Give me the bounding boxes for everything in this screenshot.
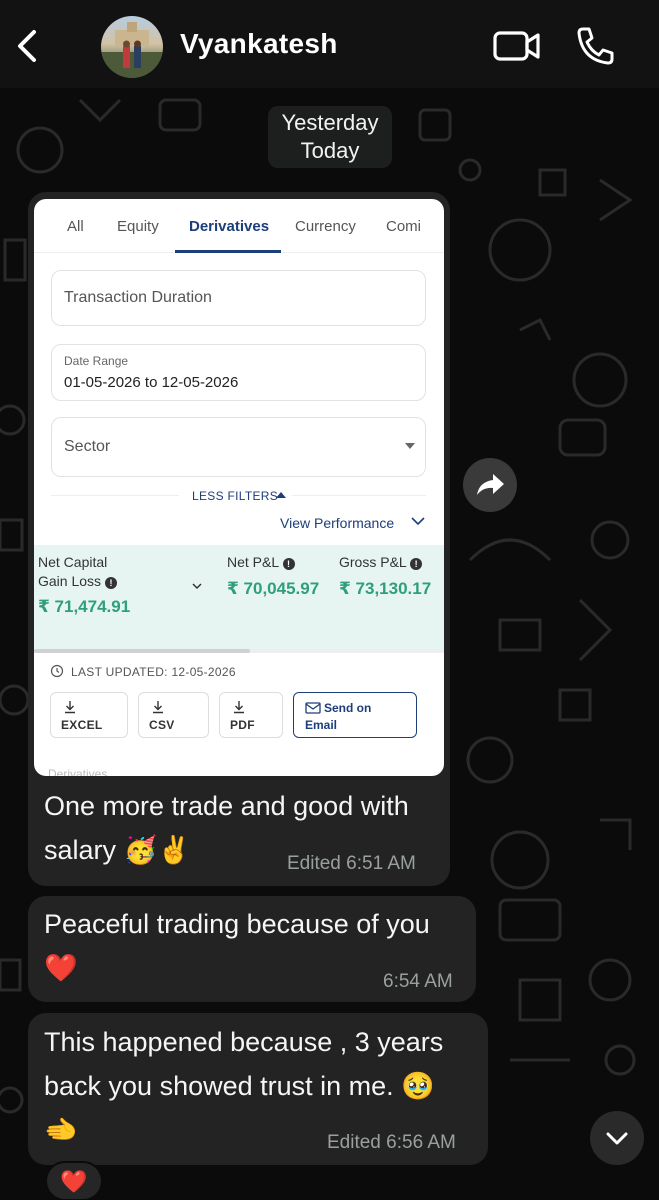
download-icon (65, 701, 75, 714)
heart-emoji: ❤️ (44, 953, 78, 983)
transaction-duration-label: Transaction Duration (64, 289, 212, 306)
voice-call-button[interactable] (574, 24, 616, 68)
message-line: back you showed trust in me. 🥹 (44, 1071, 435, 1101)
message-text[interactable]: Peaceful trading because of you ❤️ (44, 902, 430, 990)
heart-reaction[interactable]: ❤️ (45, 1161, 103, 1200)
contact-avatar[interactable] (101, 16, 163, 78)
segment-tabs: All Equity Derivatives Currency Comi (34, 199, 444, 253)
divider (292, 495, 426, 496)
excel-label: EXCEL (61, 718, 103, 732)
date-range-field: Date Range 01-05-2026 to 12-05-2026 (51, 344, 426, 401)
net-capital-gain-loss-value: ₹ 71,474.91 (38, 597, 131, 616)
chevron-down-icon (192, 583, 202, 590)
gross-pnl-label-text: Gross P&L (339, 554, 407, 570)
video-camera-icon (493, 31, 540, 61)
net-pnl-value: ₹ 70,045.97 (227, 579, 320, 598)
message-timestamp: Edited 6:51 AM (287, 853, 416, 874)
contact-name[interactable]: Vyankatesh (180, 28, 338, 60)
scroll-thumb (34, 649, 250, 653)
forward-button[interactable] (463, 458, 517, 512)
csv-download-button: CSV (138, 692, 209, 738)
message-line: This happened because , 3 years (44, 1027, 444, 1057)
caret-down-icon (405, 443, 415, 449)
less-filters-toggle: LESS FILTERS (192, 489, 279, 503)
tab-derivatives: Derivatives (189, 218, 270, 235)
chat-header: Vyankatesh (0, 0, 659, 88)
sector-select: Sector (51, 417, 426, 477)
forward-arrow-icon (477, 474, 504, 495)
video-call-button[interactable] (492, 26, 542, 66)
divider (51, 495, 179, 496)
message-line: One more trade and good with (44, 791, 409, 821)
date-chip-today: Today (300, 138, 360, 163)
emoji: 🥳✌️ (123, 835, 191, 865)
chevron-down-icon (606, 1132, 628, 1145)
tab-currency: Currency (295, 218, 356, 235)
shared-screenshot-image[interactable]: All Equity Derivatives Currency Comi Tra… (34, 199, 444, 776)
date-range-value: 01-05-2026 to 12-05-2026 (64, 374, 239, 391)
net-capital-gain-loss-label: Net Capital Gain Loss ! (38, 553, 117, 591)
send-on-label: Send on (324, 701, 372, 715)
pdf-label: PDF (230, 718, 255, 732)
excel-download-button: EXCEL (50, 692, 128, 738)
mail-icon (305, 702, 321, 714)
info-icon: ! (282, 558, 295, 570)
info-icon: ! (410, 558, 423, 570)
chevron-down-icon (411, 517, 425, 526)
last-updated-text: LAST UPDATED: 12-05-2026 (71, 665, 236, 679)
tab-equity: Equity (117, 218, 159, 235)
view-performance-toggle: View Performance (280, 515, 395, 531)
message-line: salary (44, 835, 117, 865)
tab-commodity: Comi (386, 218, 422, 235)
net-capital-gain-loss-label-line2: Gain Loss (38, 573, 102, 589)
gross-pnl-value: ₹ 73,130.17 (339, 579, 432, 598)
net-pnl-label-text: Net P&L (227, 554, 279, 570)
send-on-email-button: Send on Email (293, 692, 417, 738)
date-chip-yesterday: Yesterday (281, 110, 379, 135)
net-pnl-label: Net P&L ! (227, 553, 295, 572)
date-chip: Yesterday Today (268, 106, 392, 168)
phone-icon (577, 27, 614, 65)
message-line: Peaceful trading because of you (44, 909, 430, 939)
tab-all: All (67, 218, 84, 235)
csv-label: CSV (149, 718, 175, 732)
back-button[interactable] (10, 26, 42, 66)
message-timestamp: Edited 6:56 AM (327, 1132, 456, 1153)
date-range-label: Date Range (64, 354, 129, 368)
scroll-to-bottom-button[interactable] (590, 1111, 644, 1165)
net-capital-gain-loss-label-line1: Net Capital (38, 554, 108, 570)
clock-icon (50, 664, 64, 678)
email-label: Email (305, 718, 338, 732)
info-icon: ! (104, 577, 117, 589)
sector-label: Sector (64, 438, 111, 455)
download-icon (153, 701, 163, 714)
pdf-download-button: PDF (219, 692, 283, 738)
caret-up-icon (276, 492, 286, 498)
download-icon (234, 701, 244, 714)
cut-off-section-title: Derivatives (48, 767, 108, 776)
transaction-duration-field: Transaction Duration (51, 270, 426, 326)
gross-pnl-label: Gross P&L ! (339, 553, 423, 572)
active-tab-indicator (175, 250, 281, 253)
message-timestamp: 6:54 AM (383, 971, 453, 992)
chevron-left-icon (18, 30, 36, 62)
